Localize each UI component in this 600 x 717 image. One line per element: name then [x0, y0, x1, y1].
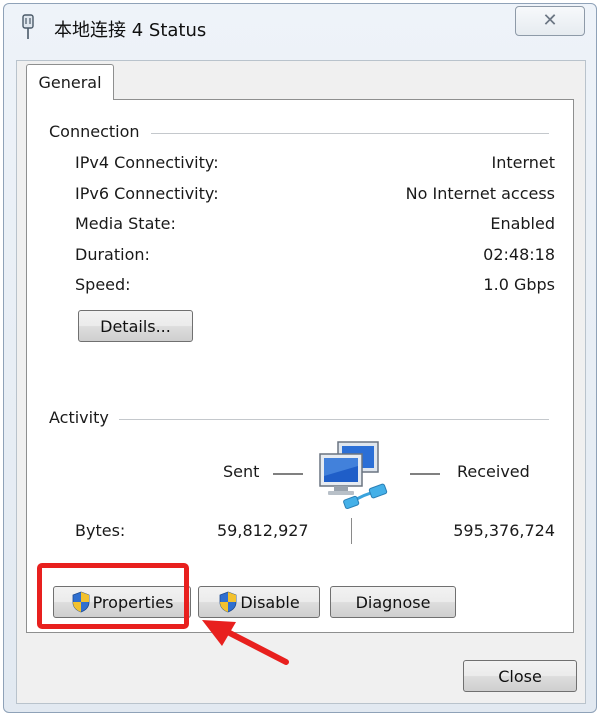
connection-divider — [151, 133, 549, 134]
ipv6-value: No Internet access — [405, 184, 555, 203]
tab-general[interactable]: General — [26, 64, 114, 100]
media-state-value: Enabled — [490, 214, 555, 233]
window-close-button[interactable]: ✕ — [515, 6, 585, 36]
received-label: Received — [457, 462, 530, 481]
activity-divider — [119, 419, 549, 420]
duration-value: 02:48:18 — [483, 245, 555, 264]
general-tab-panel: Connection IPv4 Connectivity: Internet I… — [26, 99, 574, 633]
close-button[interactable]: Close — [463, 660, 577, 692]
received-dash — [410, 473, 440, 475]
sent-dash — [273, 473, 303, 475]
disable-button[interactable]: Disable — [198, 586, 320, 618]
speed-label: Speed: — [75, 275, 131, 294]
sent-label: Sent — [223, 462, 260, 481]
ipv6-label: IPv6 Connectivity: — [75, 184, 219, 203]
bytes-received-value: 595,376,724 — [453, 521, 555, 540]
title-bar[interactable]: 本地连接 4 Status ✕ — [4, 4, 596, 46]
activity-group-title: Activity — [49, 408, 109, 427]
disable-button-label: Disable — [240, 592, 300, 612]
annotation-arrow-icon — [202, 620, 289, 665]
uac-shield-icon — [219, 591, 237, 613]
network-computers-icon — [319, 441, 388, 510]
diagnose-button-label: Diagnose — [355, 592, 431, 612]
speed-value: 1.0 Gbps — [483, 275, 555, 294]
ipv4-value: Internet — [491, 153, 555, 172]
bytes-label: Bytes: — [75, 521, 126, 540]
details-button[interactable]: Details... — [78, 310, 193, 342]
window-title: 本地连接 4 Status — [54, 20, 207, 41]
duration-label: Duration: — [75, 245, 150, 264]
media-state-label: Media State: — [75, 214, 176, 233]
highlight-box — [37, 563, 189, 629]
bytes-sent-value: 59,812,927 — [217, 521, 309, 540]
details-button-label: Details... — [100, 316, 171, 336]
ipv4-label: IPv4 Connectivity: — [75, 153, 219, 172]
connection-group-title: Connection — [49, 122, 140, 141]
diagnose-button[interactable]: Diagnose — [330, 586, 456, 618]
network-adapter-icon — [22, 14, 34, 39]
bytes-separator — [351, 518, 352, 544]
close-button-label: Close — [498, 666, 542, 686]
